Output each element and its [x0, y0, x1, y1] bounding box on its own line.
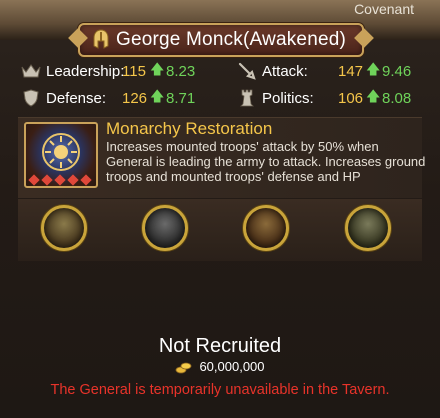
stat-label: Politics: [262, 89, 314, 107]
skill-title: Monarchy Restoration [106, 119, 273, 138]
covenant-tag: Covenant [354, 1, 414, 17]
stat-bonus: 9.46 [382, 62, 412, 80]
stat-label: Leadership: [46, 62, 125, 80]
arrow-up-icon: 🡅 [150, 61, 165, 77]
recruit-cost: 60,000,000 [0, 359, 440, 374]
shield-icon [20, 88, 42, 108]
star-icon [41, 174, 53, 186]
stat-label: Defense: [46, 89, 107, 107]
recruit-status: Not Recruited [158, 335, 282, 357]
stat-bonus: 8.71 [166, 89, 196, 107]
general-name: George Monck(Awakened) [115, 29, 347, 50]
troop-2-icon[interactable] [142, 205, 188, 251]
sword-icon [236, 61, 258, 81]
stat-leadership: Leadership: 115 🡅 8.23 [20, 61, 220, 81]
star-icon [54, 174, 66, 186]
gold-coins-icon [176, 362, 192, 373]
stat-bonus: 8.08 [382, 89, 412, 107]
stat-bonus: 8.23 [166, 62, 196, 80]
stat-politics: Politics: 106 🡅 8.08 [236, 88, 436, 108]
star-icon [67, 174, 79, 186]
skill-star-rating [28, 174, 92, 186]
unavailable-warning: The General is temporarily unavailable i… [50, 382, 390, 398]
general-name-plate: George Monck(Awakened) [78, 23, 364, 57]
stat-defense: Defense: 126 🡅 8.71 [20, 88, 220, 108]
troop-3-icon[interactable] [243, 205, 289, 251]
stat-value: 115 [122, 62, 146, 80]
stat-label: Attack: [262, 62, 308, 80]
arrow-up-icon: 🡅 [366, 88, 381, 104]
stat-value: 106 [338, 89, 364, 107]
troop-4-icon[interactable] [345, 205, 391, 251]
stat-value: 147 [338, 62, 364, 80]
skill-description: Increases mounted troops' attack by 50% … [106, 139, 426, 184]
helmet-icon [93, 29, 109, 49]
arrow-up-icon: 🡅 [150, 88, 165, 104]
troop-1-icon[interactable] [41, 205, 87, 251]
recruit-cost-value: 60,000,000 [199, 359, 265, 374]
stat-value: 126 [122, 89, 148, 107]
tower-icon [236, 88, 258, 108]
star-icon [80, 174, 92, 186]
crown-icon [20, 61, 42, 81]
stat-attack: Attack: 147 🡅 9.46 [236, 61, 436, 81]
star-icon [28, 174, 40, 186]
arrow-up-icon: 🡅 [366, 61, 381, 77]
